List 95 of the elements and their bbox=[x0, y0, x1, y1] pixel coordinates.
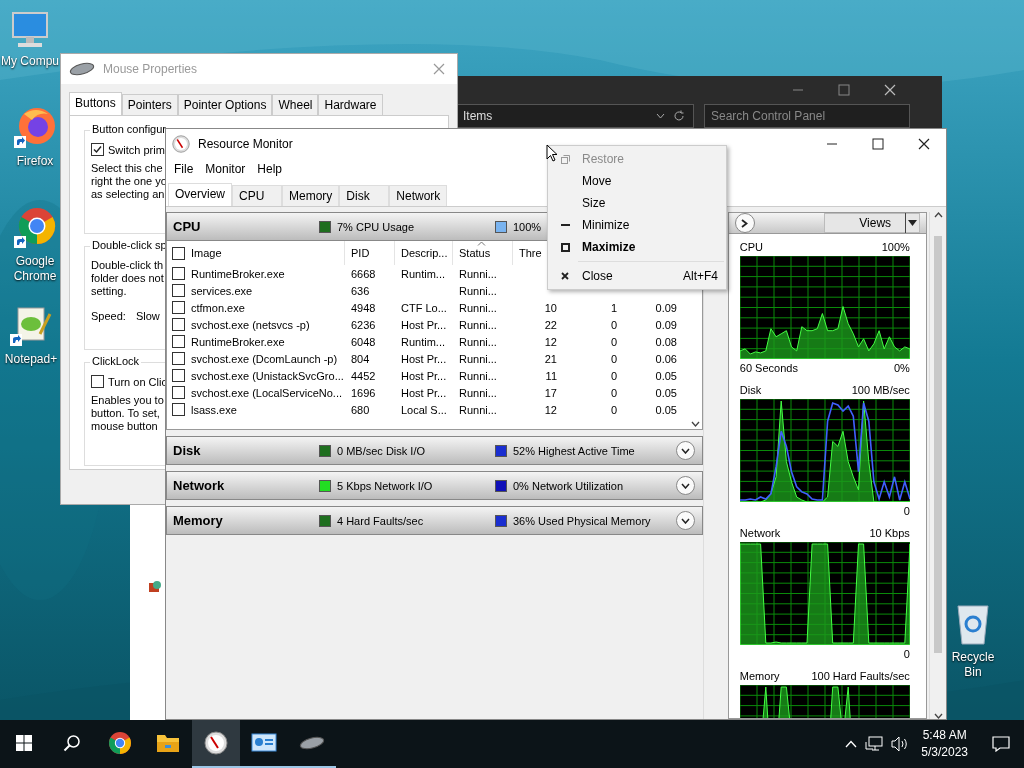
graph-scale: 100 Hard Faults/sec bbox=[811, 669, 910, 683]
table-cell: RuntimeBroker.exe bbox=[191, 335, 285, 348]
slider-label: Slow bbox=[135, 310, 160, 322]
table-cell: Runni... bbox=[459, 352, 497, 365]
table-cell: 6236 bbox=[351, 318, 376, 331]
table-cell: 12 bbox=[544, 403, 557, 416]
table-cell: 1 bbox=[610, 301, 617, 314]
graph-title: CPU bbox=[739, 240, 764, 254]
table-cell: 0 bbox=[610, 403, 617, 416]
section-title: Network bbox=[173, 478, 226, 493]
group-title: ClickLock bbox=[90, 355, 142, 367]
table-cell: 10 bbox=[544, 301, 557, 314]
table-cell: Runtim... bbox=[401, 335, 445, 348]
table-cell: Runtim... bbox=[401, 267, 445, 280]
group-title: Button configur bbox=[90, 123, 168, 135]
table-cell: Runni... bbox=[459, 369, 497, 382]
graph-scale: 10 Kbps bbox=[869, 526, 910, 540]
graph-scale: 100 MB/sec bbox=[851, 383, 910, 397]
legend-text: 52% Highest Active Time bbox=[513, 444, 635, 457]
icon-label: Google Chrome bbox=[12, 254, 58, 284]
table-cell: 12 bbox=[544, 335, 557, 348]
table-cell: 680 bbox=[351, 403, 370, 416]
table-cell: 0 bbox=[610, 335, 617, 348]
icon-label: Recycle Bin bbox=[950, 650, 996, 680]
table-cell: 21 bbox=[544, 352, 557, 365]
window-title: Mouse Properties bbox=[103, 62, 199, 76]
table-cell: 0 bbox=[610, 369, 617, 382]
table-cell: 4452 bbox=[351, 369, 376, 382]
table-cell: 17 bbox=[544, 386, 557, 399]
table-cell: services.exe bbox=[191, 284, 253, 297]
table-cell: 0 bbox=[610, 386, 617, 399]
checkbox-label: Turn on Clic bbox=[108, 375, 167, 388]
table-cell: Host Pr... bbox=[401, 386, 447, 399]
legend-text: 36% Used Physical Memory bbox=[513, 514, 651, 527]
table-cell: 0 bbox=[610, 352, 617, 365]
table-cell: Runni... bbox=[459, 318, 497, 331]
table-cell: 0.09 bbox=[655, 301, 677, 314]
table-cell: svchost.exe (UnistackSvcGro... bbox=[191, 369, 344, 382]
table-cell: 22 bbox=[544, 318, 557, 331]
icon-label: Firefox bbox=[16, 154, 54, 169]
speed-label: Speed: bbox=[91, 310, 126, 322]
table-cell: Host Pr... bbox=[401, 369, 447, 382]
icon-label: Notepad+ bbox=[4, 352, 58, 367]
table-cell: 0.08 bbox=[655, 335, 677, 348]
section-title: CPU bbox=[173, 219, 202, 234]
legend-text: 0% Network Utilization bbox=[513, 479, 624, 492]
table-cell: svchost.exe (LocalServiceNo... bbox=[191, 386, 342, 399]
graph-footer: 0 bbox=[903, 504, 910, 518]
legend-text: 7% CPU Usage bbox=[337, 220, 415, 233]
graph-title: Memory bbox=[739, 669, 780, 683]
table-cell: Runni... bbox=[459, 267, 497, 280]
table-cell: Runni... bbox=[459, 335, 497, 348]
legend-text: 100% bbox=[513, 220, 542, 233]
section-title: Memory bbox=[173, 513, 224, 528]
table-cell: 804 bbox=[351, 352, 370, 365]
graph-footer: 60 Seconds bbox=[739, 361, 798, 375]
table-cell: 4948 bbox=[351, 301, 376, 314]
window-title: Resource Monitor bbox=[198, 137, 294, 151]
table-cell: 6668 bbox=[351, 267, 376, 280]
graph-title: Disk bbox=[739, 383, 762, 397]
graph-footer: 0 bbox=[903, 647, 910, 661]
legend-text: 0 MB/sec Disk I/O bbox=[337, 444, 426, 457]
table-cell: Runni... bbox=[459, 284, 497, 297]
table-cell: Runni... bbox=[459, 386, 497, 399]
table-cell: 636 bbox=[351, 284, 370, 297]
icon-label: My Compu bbox=[1, 54, 59, 69]
table-cell: Host Pr... bbox=[401, 318, 447, 331]
table-cell: CTF Lo... bbox=[401, 301, 447, 314]
graph-title: Network bbox=[739, 526, 781, 540]
table-cell: 11 bbox=[545, 369, 557, 382]
table-cell: 0 bbox=[610, 318, 617, 331]
table-cell: svchost.exe (netsvcs -p) bbox=[191, 318, 310, 331]
table-cell: 0.05 bbox=[655, 369, 677, 382]
table-cell: 0.09 bbox=[655, 318, 677, 331]
graph-footer: 0% bbox=[893, 361, 910, 375]
legend-text: 5 Kbps Network I/O bbox=[337, 479, 433, 492]
section-title: Disk bbox=[173, 443, 202, 458]
table-cell: lsass.exe bbox=[191, 403, 237, 416]
table-cell: Host Pr... bbox=[401, 352, 447, 365]
table-cell: 0.06 bbox=[655, 352, 677, 365]
table-cell: Local S... bbox=[401, 403, 447, 416]
table-cell: 0.05 bbox=[655, 403, 677, 416]
description-text: Enables you to button. To set, mouse button bbox=[91, 394, 164, 433]
table-cell: RuntimeBroker.exe bbox=[191, 267, 285, 280]
table-cell: 1696 bbox=[351, 386, 376, 399]
table-cell: ctfmon.exe bbox=[191, 301, 245, 314]
table-cell: Runni... bbox=[459, 301, 497, 314]
table-cell: 0.05 bbox=[655, 386, 677, 399]
description-text: Double-click th folder does not setting. bbox=[91, 259, 164, 298]
graph-scale: 100% bbox=[881, 240, 910, 254]
legend-text: 4 Hard Faults/sec bbox=[337, 514, 424, 527]
checkbox-label: Switch prim bbox=[108, 143, 165, 156]
table-cell: Runni... bbox=[459, 403, 497, 416]
table-cell: 6048 bbox=[351, 335, 376, 348]
table-cell: svchost.exe (DcomLaunch -p) bbox=[191, 352, 338, 365]
